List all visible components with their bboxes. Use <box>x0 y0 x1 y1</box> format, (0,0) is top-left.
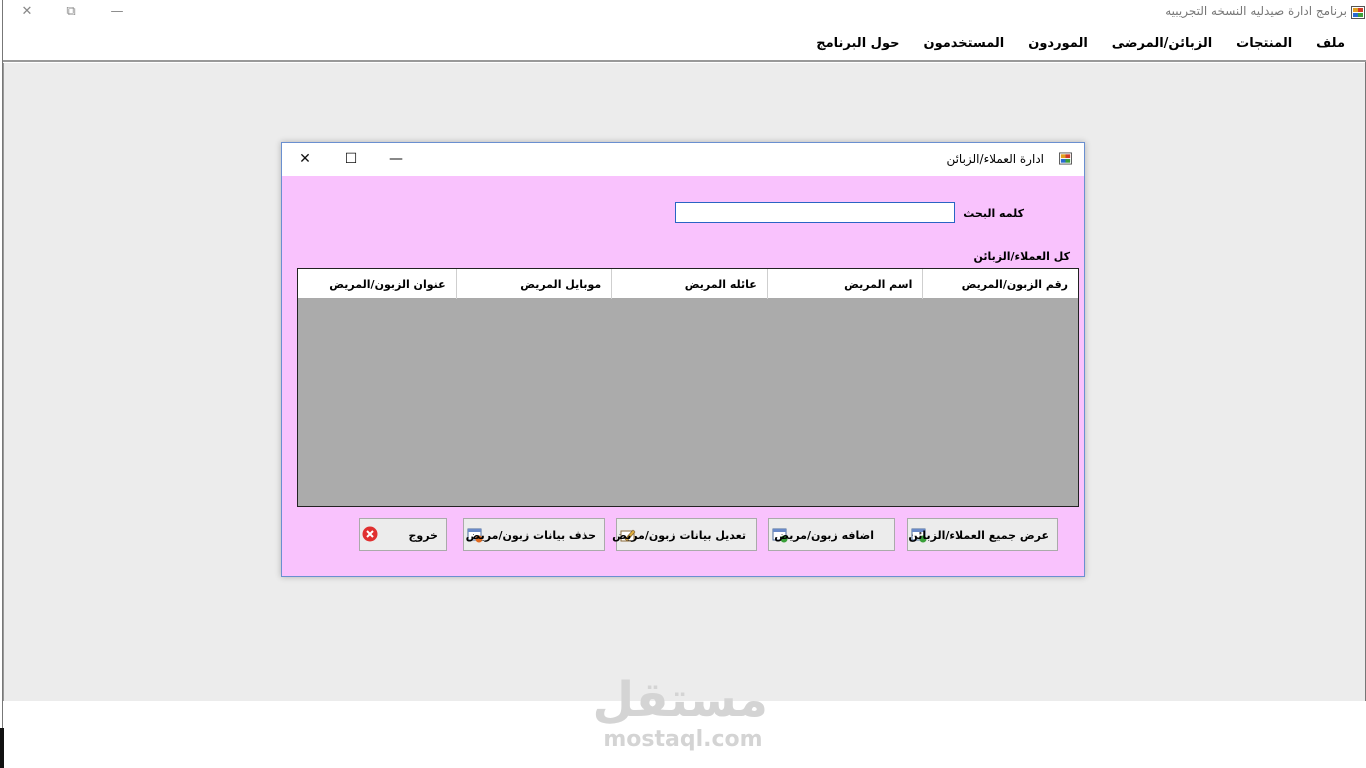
menu-about[interactable]: حول البرنامج <box>804 25 911 60</box>
delete-customer-label: حذف بيانات زبون/مريض <box>465 529 596 542</box>
menu-users[interactable]: المستخدمون <box>911 25 1016 60</box>
customers-dialog: ✕ ☐ — ادارة العملاء/الزبائن كلمه البحث ك… <box>281 142 1085 577</box>
column-header-family[interactable]: عائله المريض <box>611 269 767 299</box>
dialog-maximize-button[interactable]: ☐ <box>339 149 363 169</box>
column-header-address[interactable]: عنوان الزبون/المريض <box>300 269 456 299</box>
watermark-latin: mostaql.com <box>603 727 763 752</box>
menu-products[interactable]: المنتجات <box>1224 25 1304 60</box>
search-input[interactable] <box>675 202 955 223</box>
app-titlebar: ✕ ⧉ — برنامج ادارة صيدليه النسخه التجريب… <box>3 0 1366 25</box>
app-minimize-button[interactable]: — <box>107 2 127 22</box>
app-logo-icon <box>1351 6 1365 19</box>
edit-customer-label: تعديل بيانات زبون/مريض <box>612 529 746 542</box>
dialog-close-button[interactable]: ✕ <box>293 149 317 169</box>
search-label: كلمه البحث <box>963 207 1024 220</box>
column-header-id[interactable]: رقم الزبون/المريض <box>922 269 1078 299</box>
app-title: برنامج ادارة صيدليه النسخه التجريبيه <box>1165 4 1347 18</box>
dialog-title: ادارة العملاء/الزبائن <box>946 152 1044 166</box>
delete-customer-button[interactable]: حذف بيانات زبون/مريض <box>463 518 605 551</box>
watermark-arabic: مستقل <box>592 672 768 728</box>
add-customer-button[interactable]: اضافه زبون/مريض <box>768 518 895 551</box>
screen-edge <box>0 728 4 768</box>
menu-suppliers[interactable]: الموردون <box>1016 25 1100 60</box>
grid-label: كل العملاء/الزبائن <box>973 250 1070 263</box>
app-close-button[interactable]: ✕ <box>17 2 37 22</box>
edit-customer-button[interactable]: تعديل بيانات زبون/مريض <box>612 518 757 551</box>
customers-grid[interactable]: رقم الزبون/المريض اسم المريض عائله المري… <box>297 268 1079 507</box>
exit-button[interactable]: خروج <box>359 518 447 551</box>
exit-icon <box>362 526 378 542</box>
menu-bar: ملف المنتجات الزبائن/المرضى الموردون الم… <box>3 25 1366 62</box>
show-all-button[interactable]: عرض جميع العملاء/الزبائن <box>907 518 1058 551</box>
add-customer-label: اضافه زبون/مريض <box>774 529 874 542</box>
watermark: مستقل mostaql.com <box>592 672 768 752</box>
dialog-minimize-button[interactable]: — <box>384 149 408 169</box>
menu-file[interactable]: ملف <box>1304 25 1357 60</box>
grid-header: رقم الزبون/المريض اسم المريض عائله المري… <box>298 269 1078 299</box>
show-all-label: عرض جميع العملاء/الزبائن <box>908 529 1049 542</box>
dialog-logo-icon <box>1059 152 1072 165</box>
app-restore-button[interactable]: ⧉ <box>61 2 81 22</box>
column-header-name[interactable]: اسم المريض <box>766 269 923 299</box>
exit-label: خروج <box>408 529 438 542</box>
dialog-titlebar: ✕ ☐ — ادارة العملاء/الزبائن <box>282 143 1084 176</box>
menu-customers[interactable]: الزبائن/المرضى <box>1100 25 1224 60</box>
column-header-mobile[interactable]: موبايل المريض <box>455 269 612 299</box>
